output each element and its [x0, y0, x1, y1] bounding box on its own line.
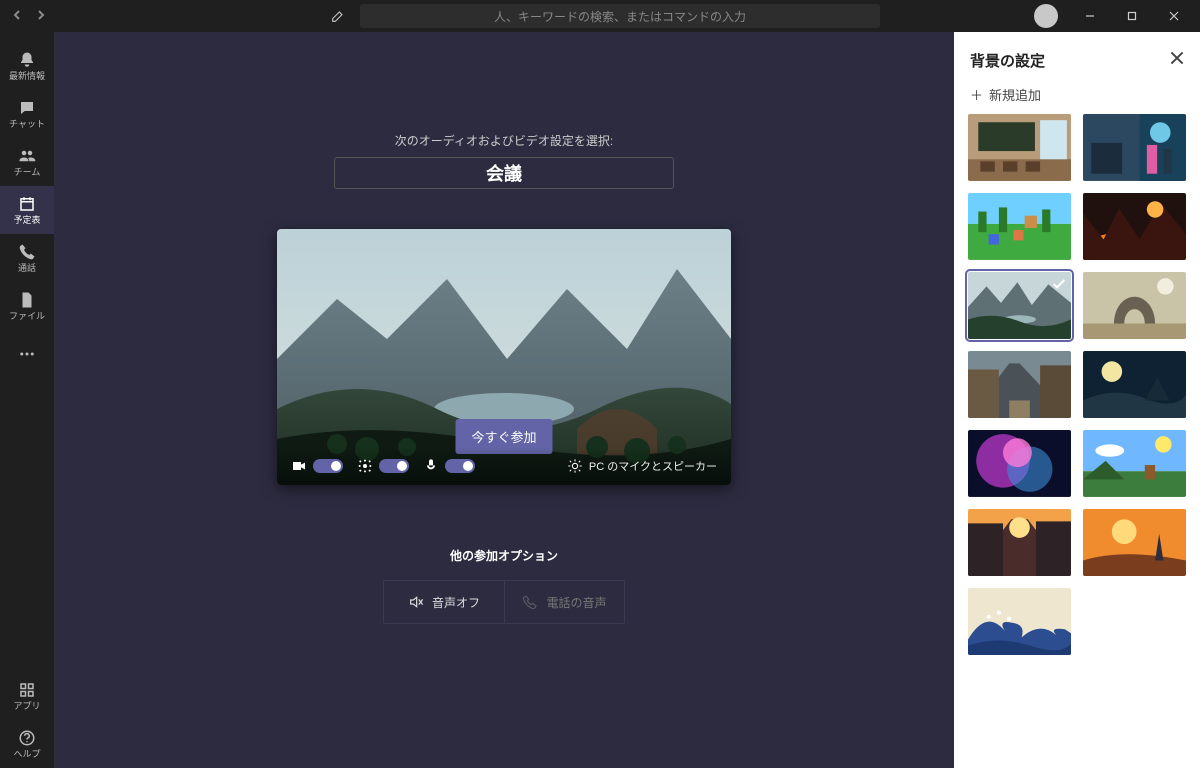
close-icon: [1170, 51, 1184, 65]
device-label: PC のマイクとスピーカー: [589, 458, 717, 474]
microphone-icon: [423, 458, 439, 474]
rail-more[interactable]: [0, 330, 54, 378]
search-placeholder: 人、キーワードの検索、またはコマンドの入力: [494, 8, 746, 25]
title-bar: 人、キーワードの検索、またはコマンドの入力: [0, 0, 1200, 32]
bg-thumb-classroom[interactable]: [968, 114, 1071, 181]
window-maximize-button[interactable]: [1114, 2, 1150, 30]
rail-teams[interactable]: チーム: [0, 138, 54, 186]
rail-help[interactable]: ヘルプ: [0, 720, 54, 768]
nav-forward-icon[interactable]: [36, 7, 46, 25]
stage-prompt: 次のオーディオおよびビデオ設定を選択:: [395, 132, 614, 149]
plus-icon: ＋: [970, 85, 983, 104]
microphone-toggle[interactable]: [445, 459, 475, 473]
bg-thumb-mountain-valley[interactable]: [968, 272, 1071, 339]
bg-thumb-orange-dusk[interactable]: [1083, 509, 1186, 576]
background-settings-panel: 背景の設定 ＋ 新規追加: [954, 32, 1200, 768]
search-input[interactable]: 人、キーワードの検索、またはコマンドの入力: [360, 4, 880, 28]
preview-controls: PC のマイクとスピーカー: [277, 447, 731, 485]
rail-apps[interactable]: アプリ: [0, 672, 54, 720]
window-minimize-button[interactable]: [1072, 2, 1108, 30]
panel-title: 背景の設定: [970, 50, 1045, 71]
gear-icon[interactable]: [567, 458, 583, 474]
bg-thumb-lava-realm[interactable]: [1083, 193, 1186, 260]
avatar[interactable]: [1034, 4, 1058, 28]
apps-icon: [18, 681, 36, 699]
audio-off-button[interactable]: 音声オフ: [384, 581, 504, 623]
bg-thumb-blocky-voxel[interactable]: [968, 193, 1071, 260]
rail-calls[interactable]: 通話: [0, 234, 54, 282]
rail-activity[interactable]: 最新情報: [0, 42, 54, 90]
bg-thumb-old-town[interactable]: [968, 351, 1071, 418]
camera-icon: [291, 458, 307, 474]
panel-close-button[interactable]: [1170, 51, 1184, 70]
other-options-title: 他の参加オプション: [450, 547, 558, 564]
help-icon: [18, 729, 36, 747]
more-icon: [18, 345, 36, 363]
video-preview: 今すぐ参加 PC のマイクとスピーカー: [277, 229, 731, 485]
bg-thumb-alien-moon[interactable]: [1083, 351, 1186, 418]
calendar-icon: [18, 195, 36, 213]
meeting-name: 会議: [334, 157, 674, 189]
meeting-join-stage: 次のオーディオおよびビデオ設定を選択: 会議: [54, 32, 954, 768]
add-new-background-button[interactable]: ＋ 新規追加: [954, 81, 1200, 114]
bg-thumb-nebula[interactable]: [968, 430, 1071, 497]
speaker-off-icon: [408, 594, 424, 610]
app-rail: 最新情報 チャット チーム 予定表 通話 ファイル アプリ: [0, 32, 54, 768]
rail-calendar[interactable]: 予定表: [0, 186, 54, 234]
bg-thumb-sci-fi-room[interactable]: [1083, 114, 1186, 181]
bell-icon: [18, 51, 36, 69]
bg-thumb-stone-arch[interactable]: [1083, 272, 1186, 339]
people-icon: [18, 147, 36, 165]
phone-icon: [522, 594, 538, 610]
background-thumbnail-grid: [954, 114, 1200, 671]
rail-chat[interactable]: チャット: [0, 90, 54, 138]
compose-button[interactable]: [326, 4, 350, 28]
check-icon: [1051, 276, 1067, 292]
file-icon: [18, 291, 36, 309]
window-close-button[interactable]: [1156, 2, 1192, 30]
phone-icon: [18, 243, 36, 261]
bg-thumb-great-wave[interactable]: [968, 588, 1071, 655]
background-toggle[interactable]: [379, 459, 409, 473]
bg-thumb-sunset-street[interactable]: [968, 509, 1071, 576]
camera-toggle[interactable]: [313, 459, 343, 473]
background-blur-icon: [357, 458, 373, 474]
bg-thumb-sunny-day[interactable]: [1083, 430, 1186, 497]
phone-audio-button[interactable]: 電話の音声: [504, 581, 624, 623]
nav-back-icon[interactable]: [12, 7, 22, 25]
chat-icon: [18, 99, 36, 117]
rail-files[interactable]: ファイル: [0, 282, 54, 330]
